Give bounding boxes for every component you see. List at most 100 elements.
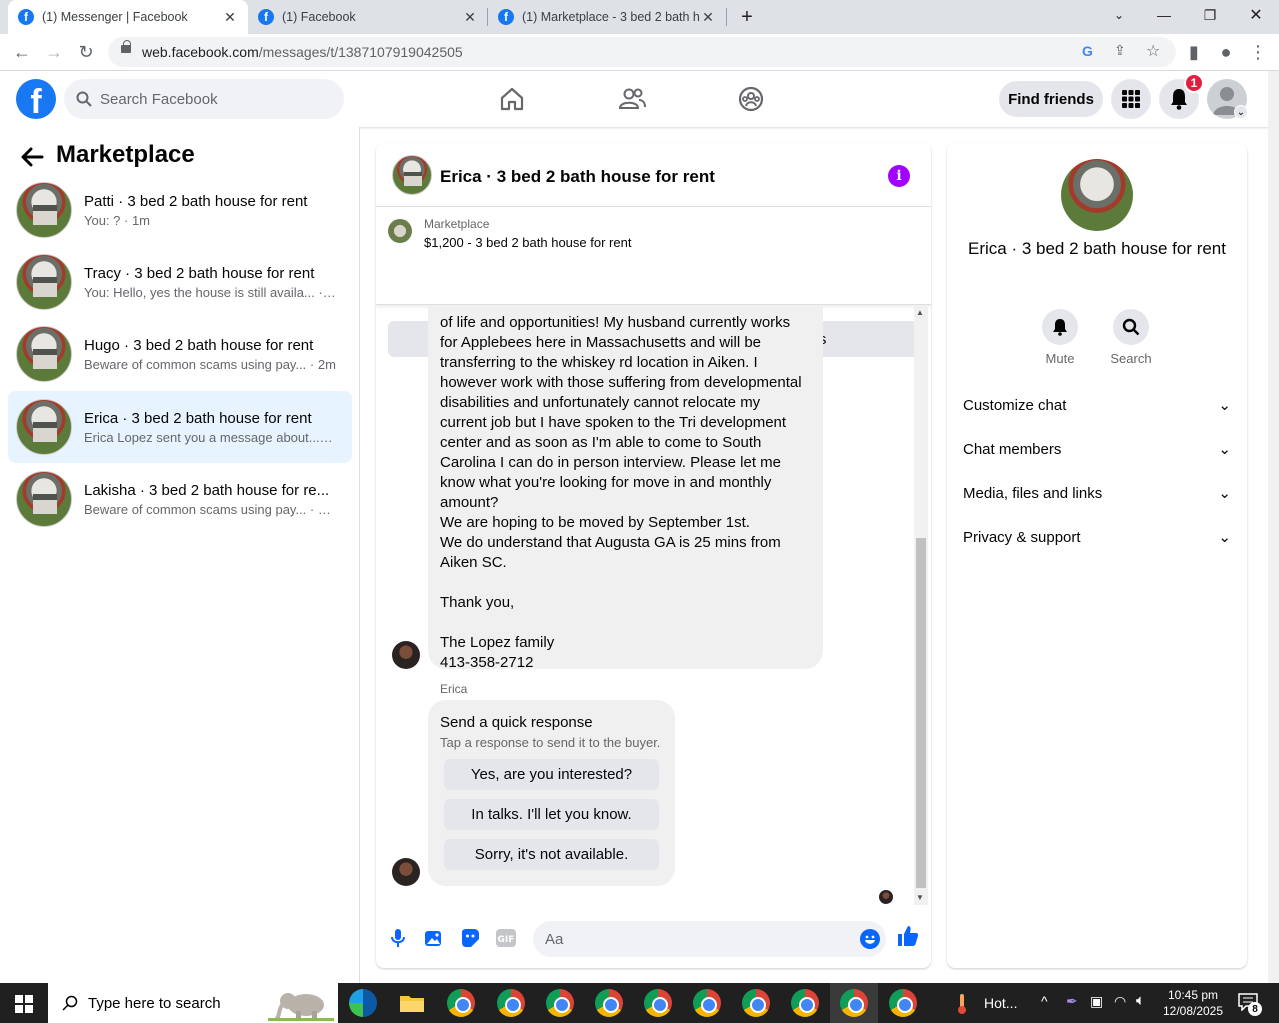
listing-price-title[interactable]: $1,200 - 3 bed 2 bath house for rent [424,235,631,250]
chrome-icon[interactable] [693,989,721,1017]
scroll-down-arrow-icon[interactable]: ▼ [916,893,924,902]
chrome-icon[interactable] [742,989,770,1017]
reload-icon[interactable]: ↻ [72,38,100,66]
chrome-icon[interactable] [546,989,574,1017]
conversation-item[interactable]: Lakisha · 3 bed 2 bath house for re... Be… [8,463,352,535]
volume-icon[interactable]: 🔈︎ [1136,992,1145,1009]
incoming-message-bubble[interactable]: of life and opportunities! My husband cu… [428,305,823,671]
system-clock[interactable]: 10:45 pm 12/08/2025 [1160,987,1226,1019]
close-tab-icon[interactable]: ✕ [700,9,716,26]
account-chevron-icon[interactable]: ⌄ [1234,105,1248,119]
sticker-icon[interactable] [459,927,481,949]
url-bar[interactable]: web.facebook.com/messages/t/138710791904… [108,37,1176,67]
menu-grid-icon[interactable] [1111,79,1151,119]
home-icon[interactable] [494,81,530,117]
tab-search-chevron-icon[interactable]: ⌄ [1096,0,1142,30]
marketplace-label: Marketplace [424,217,490,231]
bookmark-star-icon[interactable]: ☆ [1146,41,1160,61]
quick-reply-not-available-button[interactable]: Sorry, it's not available. [444,839,659,870]
chrome-icon[interactable] [791,989,819,1017]
find-friends-button[interactable]: Find friends [999,81,1103,117]
chat-members-row[interactable]: Chat members ⌄ [963,427,1231,471]
chrome-icon[interactable] [497,989,525,1017]
share-icon[interactable]: ⇪ [1114,42,1126,59]
quick-response-subtitle: Tap a response to send it to the buyer. [440,735,661,750]
gif-icon[interactable]: GIF [495,927,517,949]
back-arrow-icon[interactable] [18,143,46,171]
taskbar-search-input[interactable]: Type here to search [48,983,338,1023]
seen-receipt-avatar [879,890,893,904]
chrome-icon[interactable] [644,989,672,1017]
side-panel-icon[interactable]: ▮ [1180,38,1208,66]
tab-divider [726,8,727,26]
address-toolbar: ← → ↻ web.facebook.com/messages/t/138710… [0,34,1279,71]
microphone-icon[interactable] [387,927,409,949]
meet-now-icon[interactable]: ▣ [1090,993,1103,1010]
chrome-icon[interactable] [595,989,623,1017]
facebook-logo-icon[interactable]: f [16,79,56,119]
file-explorer-icon[interactable] [399,993,425,1013]
mute-button[interactable]: Mute [1030,309,1090,366]
edge-browser-icon[interactable] [349,989,377,1017]
conversation-item-selected[interactable]: Erica · 3 bed 2 bath house for rent Erica… [8,391,352,463]
media-files-links-row[interactable]: Media, files and links ⌄ [963,471,1231,515]
chat-profile-avatar[interactable] [1061,159,1133,231]
sender-avatar[interactable] [392,858,420,886]
google-lens-icon[interactable]: G [1082,43,1093,59]
customize-chat-row[interactable]: Customize chat ⌄ [963,383,1231,427]
chrome-icon[interactable] [889,989,917,1017]
quick-reply-in-talks-button[interactable]: In talks. I'll let you know. [444,799,659,830]
message-input[interactable]: Aa [533,921,886,957]
row-label: Chat members [963,440,1062,458]
chat-title[interactable]: Erica · 3 bed 2 bath house for rent [440,167,715,187]
chat-avatar[interactable] [392,155,432,195]
info-icon[interactable]: i [888,165,910,187]
message-line: The Lopez family [440,634,555,651]
conversation-item[interactable]: Patti · 3 bed 2 bath house for rent You: … [8,174,352,246]
privacy-support-row[interactable]: Privacy & support ⌄ [963,515,1231,559]
forward-icon[interactable]: → [40,38,68,66]
thermometer-weather-icon[interactable] [955,993,969,1015]
weather-text[interactable]: Hot... [984,995,1017,1011]
search-icon [76,91,92,107]
browser-menu-icon[interactable]: ⋮ [1244,38,1272,66]
windows-start-icon[interactable] [15,995,33,1013]
profile-icon[interactable]: ● [1212,38,1240,66]
facebook-favicon-icon: f [18,9,34,25]
close-tab-icon[interactable]: ✕ [222,9,238,26]
svg-text:GIF: GIF [498,935,515,945]
chrome-icon[interactable] [447,989,475,1017]
url-path: /messages/t/1387107919042505 [258,44,463,60]
chrome-icon-active[interactable] [840,989,868,1017]
new-tab-icon[interactable]: + [732,2,762,32]
restore-window-icon[interactable]: ❐ [1187,0,1233,30]
conversation-item[interactable]: Hugo · 3 bed 2 bath house for rent Beware… [8,318,352,390]
friends-icon[interactable] [614,81,650,117]
chat-scrollbar-thumb[interactable] [916,538,926,888]
message-line: disabilities and unfortunately cannot re… [440,394,761,411]
tray-chevron-up-icon[interactable]: ^ [1041,993,1048,1009]
page-scrollbar[interactable] [1268,71,1279,983]
tab-messenger[interactable]: f (1) Messenger | Facebook ✕ [8,0,248,34]
tab-marketplace[interactable]: f (1) Marketplace - 3 bed 2 bath ho ✕ [488,0,726,34]
action-center-icon[interactable]: 8 [1238,993,1262,1016]
scroll-up-arrow-icon[interactable]: ▲ [916,308,924,317]
close-tab-icon[interactable]: ✕ [462,9,478,26]
sender-avatar[interactable] [392,641,420,669]
minimize-window-icon[interactable]: — [1141,0,1187,30]
back-icon[interactable]: ← [8,38,36,66]
like-thumb-icon[interactable] [897,925,919,947]
search-in-chat-button[interactable]: Search [1101,309,1161,366]
conversation-item[interactable]: Tracy · 3 bed 2 bath house for rent You: … [8,246,352,318]
groups-icon[interactable] [733,81,769,117]
wifi-icon[interactable]: ◠ [1114,993,1126,1010]
pen-icon[interactable]: ✒ [1066,993,1078,1010]
quick-reply-interested-button[interactable]: Yes, are you interested? [444,759,659,790]
facebook-favicon-icon: f [498,9,514,25]
listing-thumbnail[interactable] [388,219,412,243]
photo-icon[interactable] [423,927,445,949]
close-window-icon[interactable]: ✕ [1233,0,1279,30]
emoji-icon[interactable] [860,929,880,949]
tab-facebook[interactable]: f (1) Facebook ✕ [248,0,488,34]
search-input[interactable]: Search Facebook [64,79,344,119]
